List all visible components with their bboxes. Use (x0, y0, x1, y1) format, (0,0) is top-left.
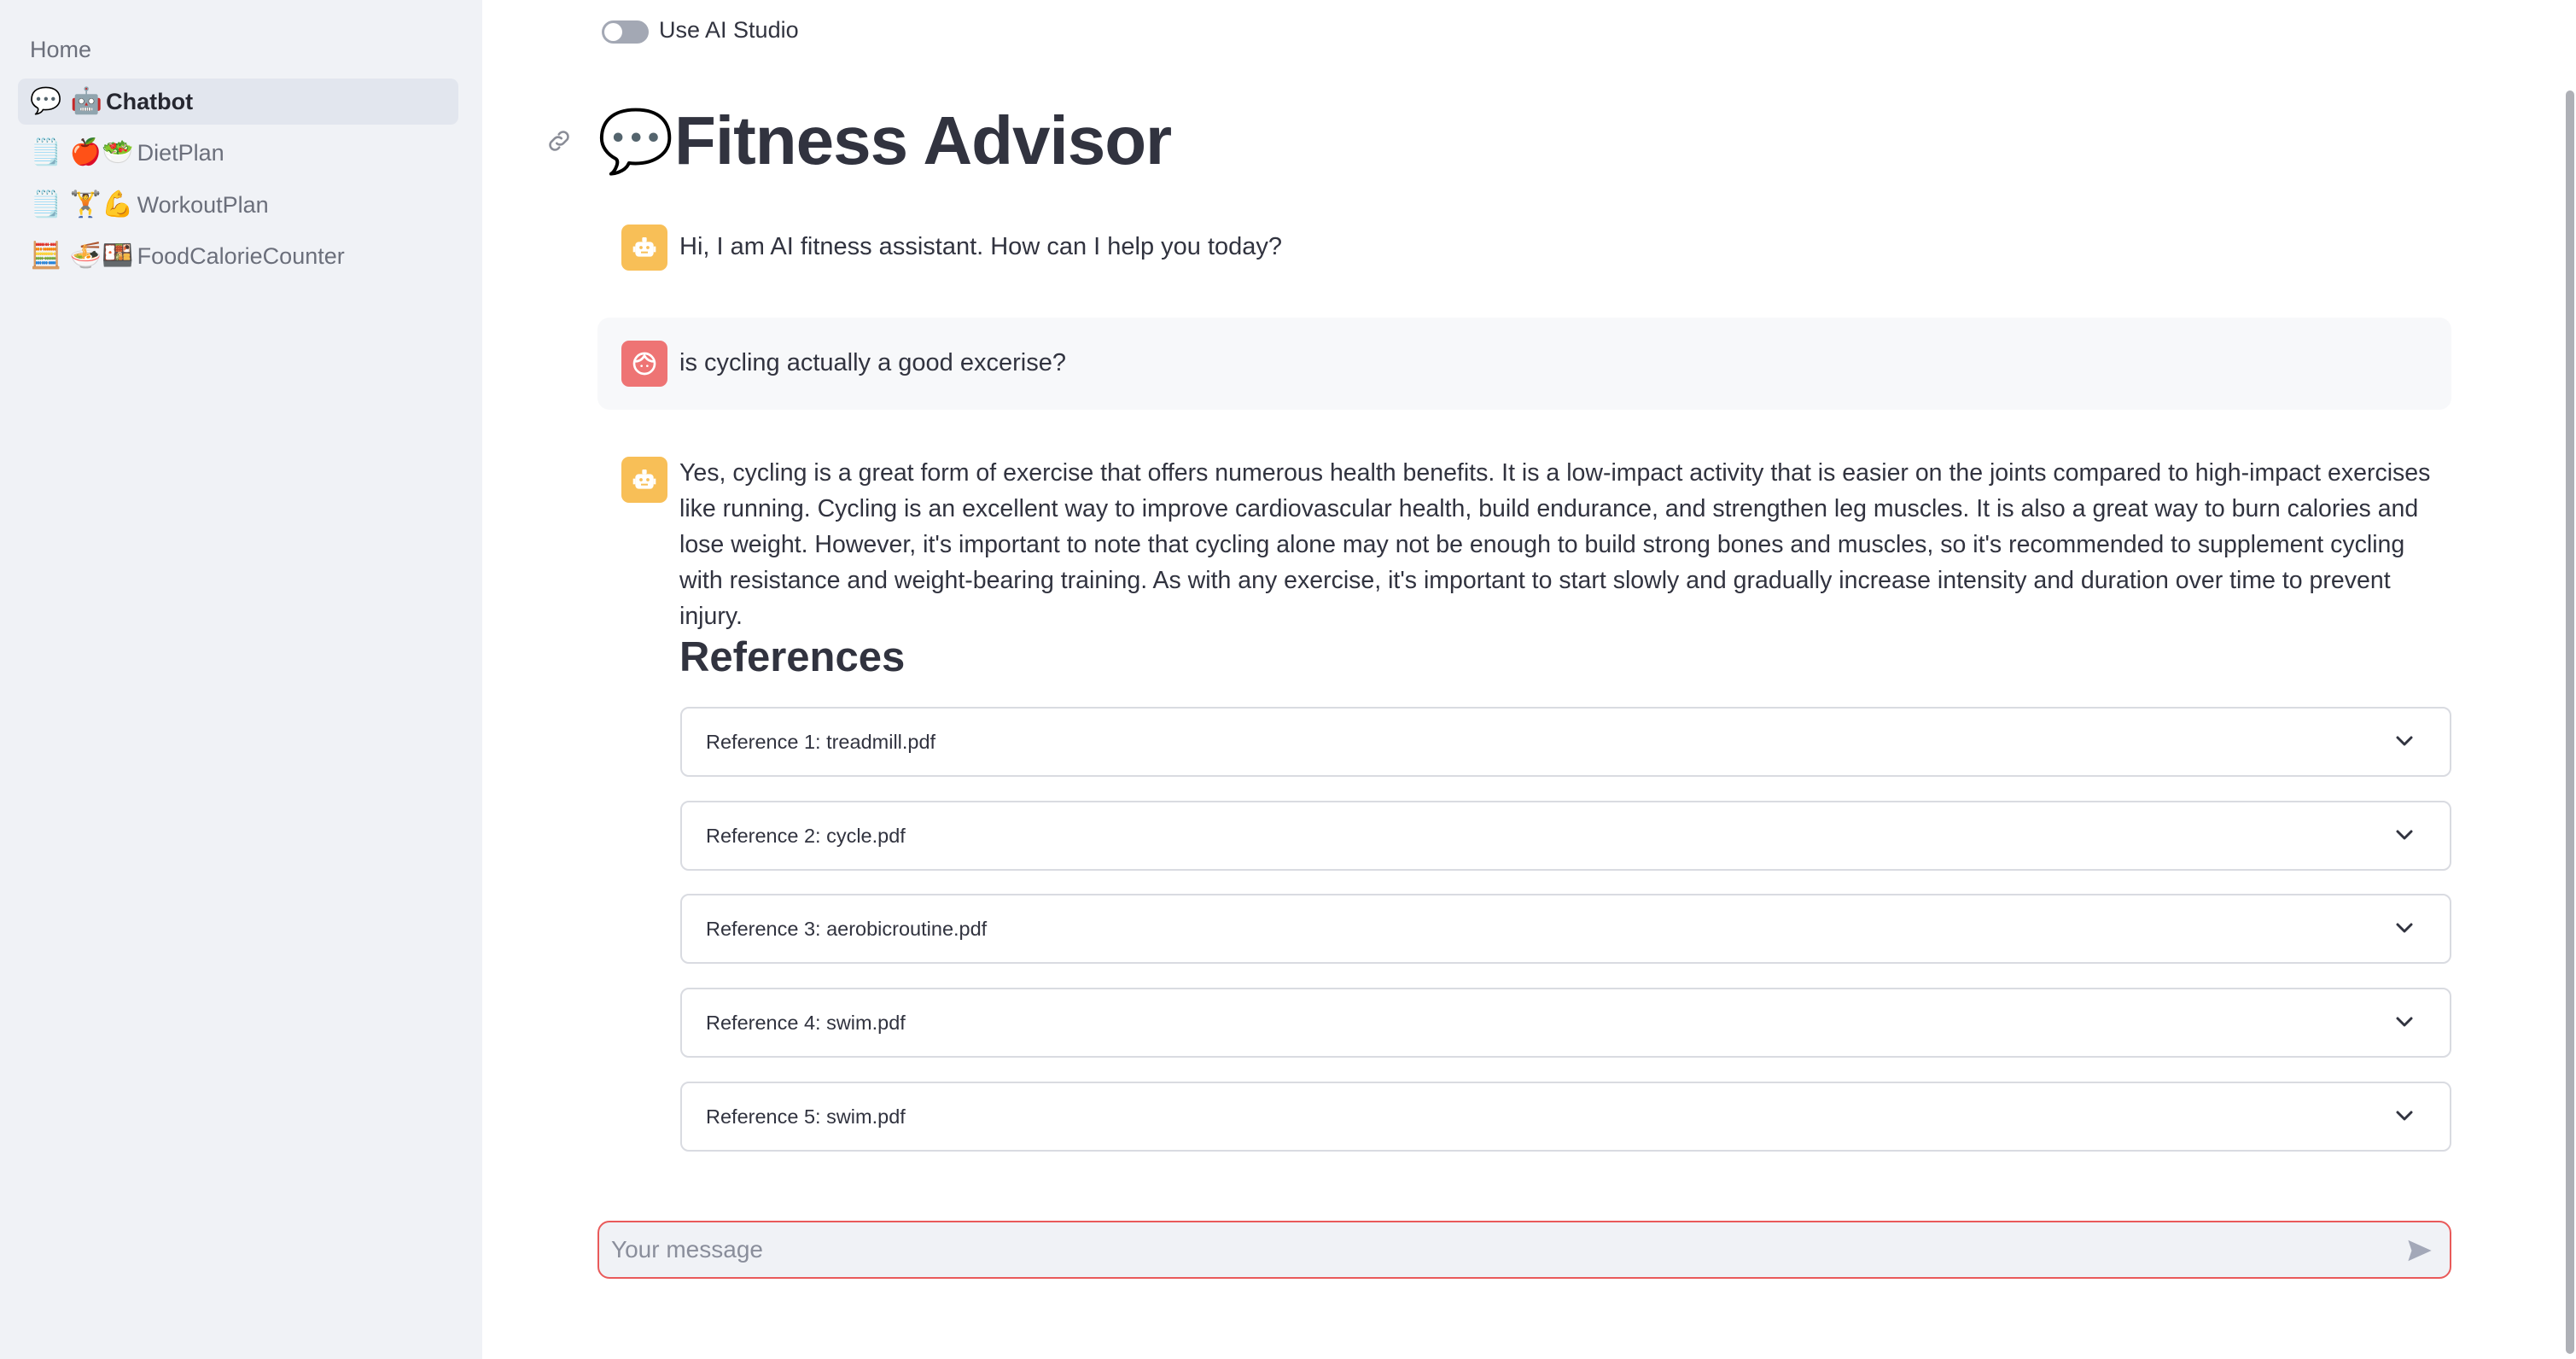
reference-expander-2[interactable]: Reference 2: cycle.pdf (680, 801, 2451, 871)
references-heading: References (679, 634, 906, 680)
assistant-message-text: Hi, I am AI fitness assistant. How can I… (679, 233, 1283, 260)
chevron-down-icon (2396, 923, 2413, 933)
use-ai-studio-toggle[interactable] (602, 20, 649, 44)
sidebar-item-workoutplan[interactable]: 🗒️ 🏋️💪 WorkoutPlan (18, 182, 458, 228)
user-message-text: is cycling actually a good excerise? (679, 349, 1066, 376)
reference-label: Reference 5: swim.pdf (706, 1105, 906, 1128)
chevron-down-icon (2396, 830, 2413, 840)
assistant-answer-text: Yes, cycling is a great form of exercise… (679, 459, 2431, 630)
reference-expander-5[interactable]: Reference 5: swim.pdf (680, 1082, 2451, 1152)
sidebar-item-foodcaloriecounter[interactable]: 🧮 🍜🍱 FoodCalorieCounter (18, 233, 458, 279)
chevron-down-icon (2396, 1111, 2413, 1121)
chat-input-container (597, 1221, 2451, 1279)
user-face-icon (632, 352, 656, 376)
sidebar-item-chatbot[interactable]: 💬 🤖 Chatbot (18, 79, 458, 125)
sidebar-item-label: Chatbot (106, 88, 194, 114)
chevron-down-icon (2396, 736, 2413, 746)
reference-expander-3[interactable]: Reference 3: aerobicroutine.pdf (680, 894, 2451, 964)
robot-icon (632, 470, 656, 489)
chat-robot-icon: 💬 🤖 (30, 86, 103, 116)
send-icon[interactable] (2405, 1238, 2434, 1263)
robot-icon (632, 237, 656, 257)
speech-bubble-icon: 💬 (597, 105, 674, 177)
reference-expander-1[interactable]: Reference 1: treadmill.pdf (680, 707, 2451, 777)
link-icon[interactable] (545, 126, 574, 155)
user-avatar (621, 341, 667, 387)
chat-message-input[interactable] (611, 1236, 2369, 1263)
reference-label: Reference 2: cycle.pdf (706, 824, 906, 847)
notepad-apple-salad-icon: 🗒️ 🍎🥗 (30, 137, 134, 167)
notepad-weightlifter-muscle-icon: 🗒️ 🏋️💪 (30, 190, 134, 219)
reference-label: Reference 4: swim.pdf (706, 1011, 906, 1034)
assistant-avatar (621, 457, 667, 503)
sidebar: Home 💬 🤖 Chatbot 🗒️ 🍎🥗 DietPlan 🗒️ 🏋️💪 W… (0, 0, 482, 1359)
sidebar-item-dietplan[interactable]: 🗒️ 🍎🥗 DietPlan (18, 130, 458, 176)
toggle-label: Use AI Studio (659, 17, 799, 43)
sidebar-item-label: FoodCalorieCounter (137, 242, 345, 269)
main-scrollbar[interactable] (2566, 90, 2574, 1354)
sidebar-item-label: WorkoutPlan (137, 191, 269, 218)
sidebar-home-link[interactable]: Home (30, 34, 91, 65)
assistant-avatar (621, 225, 667, 271)
page-title: Fitness Advisor (674, 102, 1172, 178)
reference-expander-4[interactable]: Reference 4: swim.pdf (680, 988, 2451, 1058)
toggle-knob (604, 23, 622, 41)
reference-label: Reference 3: aerobicroutine.pdf (706, 917, 988, 940)
abacus-ramen-bento-icon: 🧮 🍜🍱 (30, 241, 134, 271)
chevron-down-icon (2396, 1017, 2413, 1027)
sidebar-item-label: DietPlan (137, 139, 224, 166)
reference-label: Reference 1: treadmill.pdf (706, 730, 936, 753)
